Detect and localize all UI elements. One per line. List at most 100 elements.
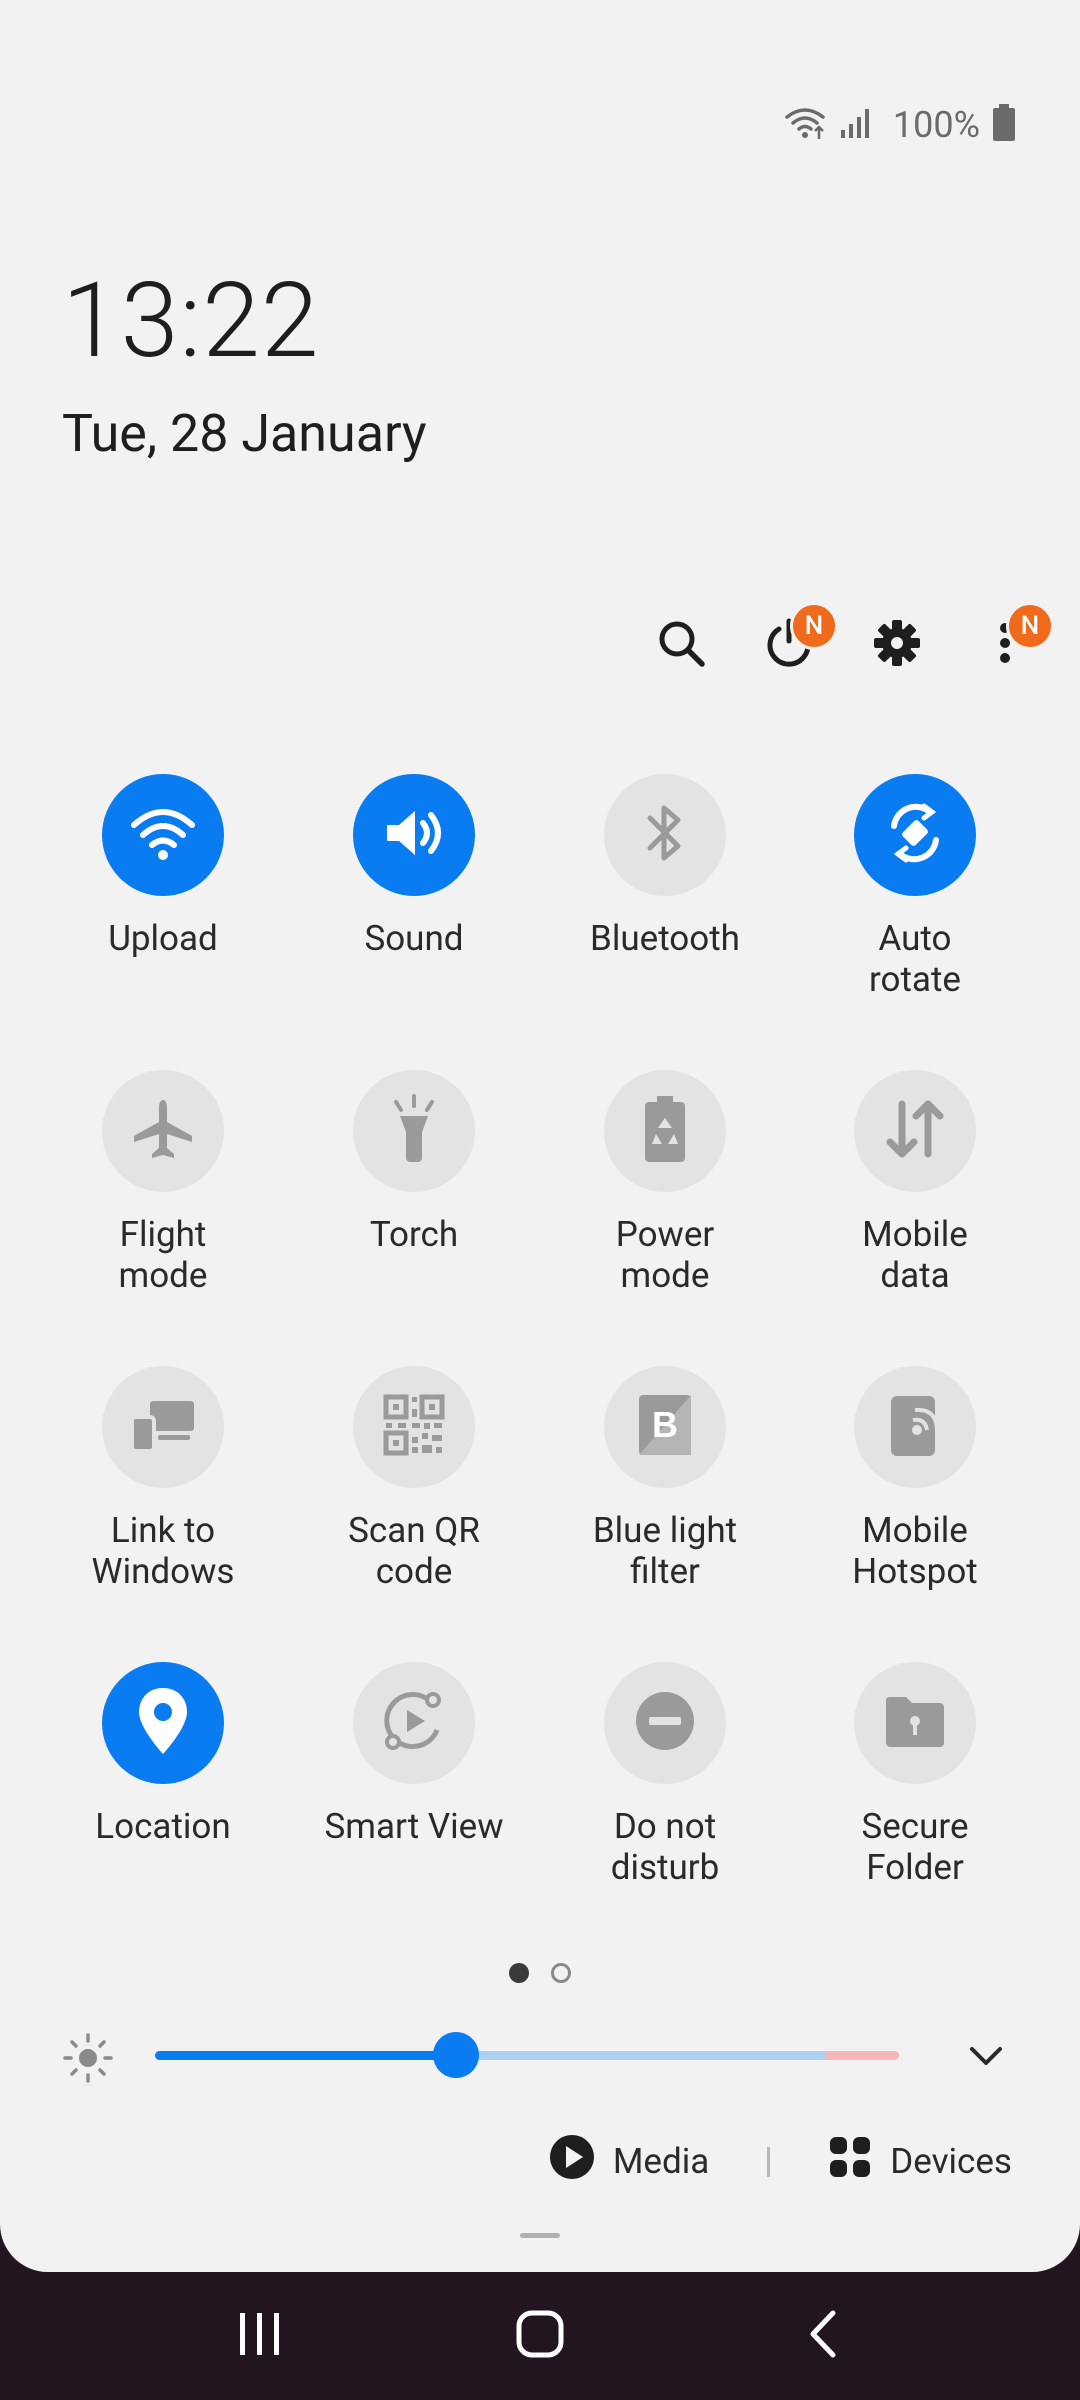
home-button[interactable] [460, 2272, 620, 2400]
tile-flight-mode[interactable]: Flight mode [38, 1070, 288, 1296]
status-bar: 100% [783, 100, 1016, 150]
hotspot-icon [887, 1392, 943, 1462]
brightness-slider-fill [155, 2051, 457, 2060]
tile-do-not-disturb-toggle[interactable] [604, 1662, 726, 1784]
battery-percentage: 100% [892, 104, 980, 146]
tile-label: Sound [364, 918, 464, 959]
tile-mobile-hotspot[interactable]: Mobile Hotspot [790, 1366, 1040, 1592]
recent-apps-icon [238, 2311, 282, 2361]
play-circle-icon [549, 2134, 595, 2189]
clock-date[interactable]: Tue, 28 January [62, 408, 427, 460]
back-button[interactable] [742, 2272, 902, 2400]
tile-label: Mobile data [862, 1214, 968, 1296]
tile-upload-toggle[interactable] [102, 774, 224, 896]
tile-location-toggle[interactable] [102, 1662, 224, 1784]
tile-link-to-windows-toggle[interactable] [102, 1366, 224, 1488]
tile-label: Power mode [615, 1214, 715, 1296]
home-icon [515, 2309, 565, 2363]
tile-auto-rotate-toggle[interactable] [854, 774, 976, 896]
quick-panel: 100% 13:22 Tue, 28 January N N Upload So… [0, 0, 1080, 2272]
media-devices-bar: Media Devices [549, 2134, 1012, 2189]
brightness-slider-thumb[interactable] [433, 2032, 480, 2078]
wifi-icon [128, 803, 198, 867]
tile-label: Bluetooth [590, 918, 740, 959]
tile-label: Torch [369, 1214, 459, 1255]
expand-chevron-icon[interactable] [966, 2040, 1006, 2074]
tile-torch[interactable]: Torch [289, 1070, 539, 1255]
data-arrows-icon [882, 1096, 948, 1166]
rotate-icon [880, 798, 950, 872]
qr-code-icon [382, 1393, 446, 1461]
tile-label: Auto rotate [869, 918, 961, 1000]
tile-label: Mobile Hotspot [852, 1510, 978, 1592]
tile-upload[interactable]: Upload [38, 774, 288, 959]
page-dot-1[interactable] [509, 1963, 529, 1983]
tile-scan-qr[interactable]: Scan QR code [289, 1366, 539, 1592]
brightness-slider-warning-zone [824, 2051, 899, 2060]
minus-circle-icon [633, 1689, 697, 1757]
link-windows-icon [128, 1395, 198, 1459]
settings-icon [872, 618, 922, 672]
tile-power-mode[interactable]: Power mode [540, 1070, 790, 1296]
tile-blue-light-filter[interactable]: B Blue light filter [540, 1366, 790, 1592]
tile-bluetooth[interactable]: Bluetooth [540, 774, 790, 959]
clock-time[interactable]: 13:22 [62, 270, 320, 374]
tile-label: Smart View [324, 1806, 504, 1847]
media-label: Media [612, 2141, 710, 2182]
battery-icon [992, 104, 1016, 146]
divider [767, 2146, 771, 2177]
tile-label: Upload [108, 918, 218, 959]
tile-do-not-disturb[interactable]: Do not disturb [540, 1662, 790, 1888]
flashlight-icon [384, 1094, 444, 1168]
navigation-bar [0, 2272, 1080, 2400]
tile-mobile-data[interactable]: Mobile data [790, 1070, 1040, 1296]
tile-scan-qr-toggle[interactable] [353, 1366, 475, 1488]
wifi-icon [783, 105, 827, 145]
more-options-notification-badge: N [1006, 602, 1054, 650]
devices-button[interactable]: Devices [828, 2135, 1012, 2188]
location-pin-icon [135, 1686, 191, 1760]
tile-flight-mode-toggle[interactable] [102, 1070, 224, 1192]
tile-label: Location [95, 1806, 231, 1847]
page-indicator [0, 1963, 1080, 1983]
tile-auto-rotate[interactable]: Auto rotate [790, 774, 1040, 1000]
search-button[interactable] [646, 600, 716, 690]
battery-recycle-icon [640, 1094, 690, 1168]
tile-label: Flight mode [118, 1214, 208, 1296]
tile-link-to-windows[interactable]: Link to Windows [38, 1366, 288, 1592]
smart-view-icon [379, 1686, 449, 1760]
page-dot-2[interactable] [551, 1963, 571, 1983]
settings-button[interactable] [862, 600, 932, 690]
recent-apps-button[interactable] [180, 2272, 340, 2400]
tile-secure-folder[interactable]: Secure Folder [790, 1662, 1040, 1888]
airplane-icon [130, 1096, 196, 1166]
tile-torch-toggle[interactable] [353, 1070, 475, 1192]
back-icon [805, 2309, 839, 2363]
tile-bluetooth-toggle[interactable] [604, 774, 726, 896]
power-button[interactable]: N [754, 600, 838, 690]
tile-secure-folder-toggle[interactable] [854, 1662, 976, 1784]
devices-grid-icon [828, 2135, 872, 2188]
panel-actions: N N [646, 600, 1054, 690]
tile-label: Link to Windows [91, 1510, 235, 1592]
tile-label: Scan QR code [348, 1510, 480, 1592]
panel-drag-handle[interactable] [520, 2233, 560, 2238]
speaker-icon [379, 803, 449, 867]
tile-blue-light-filter-toggle[interactable]: B [604, 1366, 726, 1488]
svg-text:B: B [652, 1404, 678, 1445]
tile-smart-view[interactable]: Smart View [289, 1662, 539, 1847]
bluetooth-icon [640, 800, 690, 870]
tile-sound-toggle[interactable] [353, 774, 475, 896]
brightness-slider[interactable] [155, 2051, 899, 2060]
tile-smart-view-toggle[interactable] [353, 1662, 475, 1784]
tile-sound[interactable]: Sound [289, 774, 539, 959]
tile-label: Do not disturb [610, 1806, 720, 1888]
tile-mobile-hotspot-toggle[interactable] [854, 1366, 976, 1488]
power-notification-badge: N [790, 602, 838, 650]
secure-folder-icon [882, 1693, 948, 1753]
tile-power-mode-toggle[interactable] [604, 1070, 726, 1192]
media-button[interactable]: Media [549, 2134, 709, 2189]
tile-location[interactable]: Location [38, 1662, 288, 1847]
more-options-button[interactable]: N [970, 600, 1054, 690]
tile-mobile-data-toggle[interactable] [854, 1070, 976, 1192]
